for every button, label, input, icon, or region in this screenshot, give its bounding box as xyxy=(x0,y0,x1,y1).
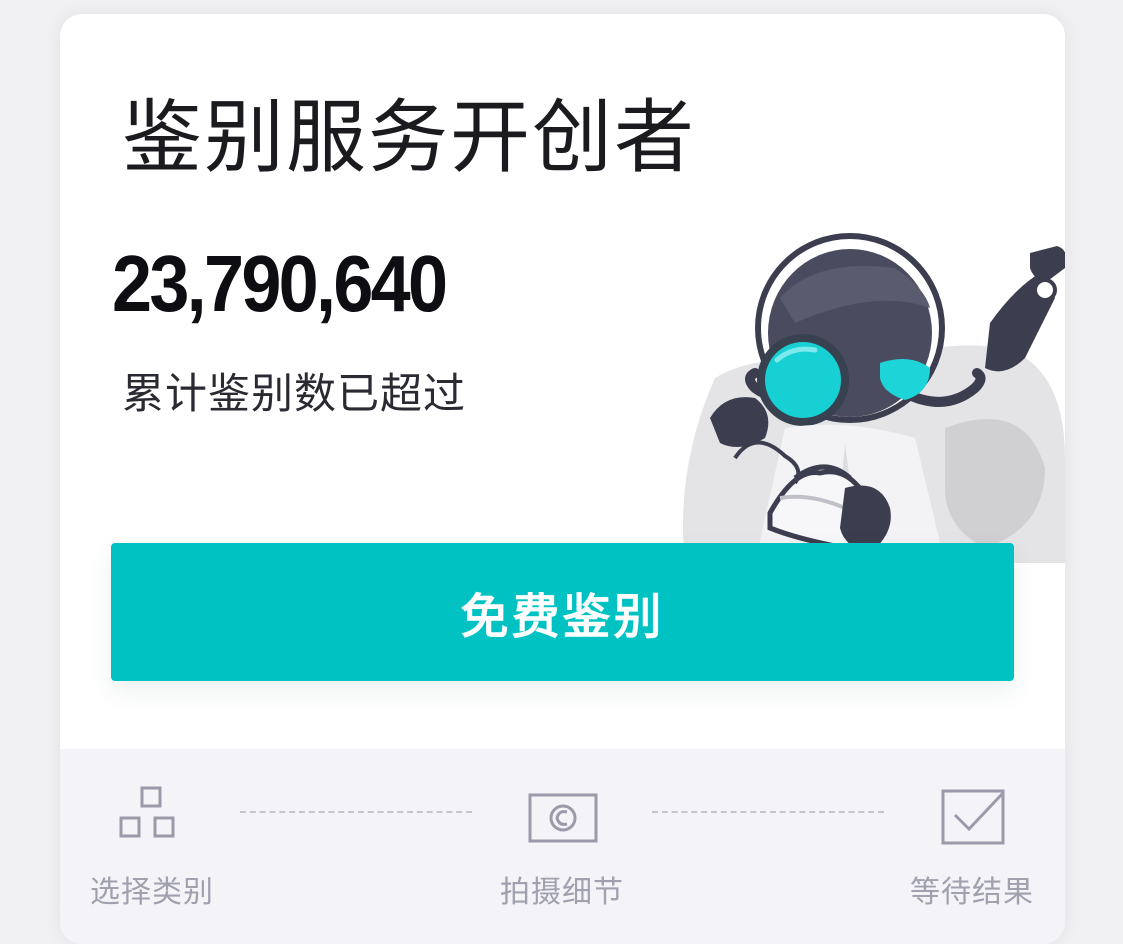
step-label-select-category: 选择类别 xyxy=(90,875,214,910)
step-label-shoot-details: 拍摄细节 xyxy=(500,875,624,910)
appraisal-count: 23,790,640 xyxy=(112,239,448,328)
step-select-category: 选择类别 xyxy=(60,749,252,944)
free-appraisal-label: 免费鉴别 xyxy=(460,589,665,645)
count-caption: 累计鉴别数已超过 xyxy=(122,369,467,418)
free-appraisal-button[interactable]: 免费鉴别 xyxy=(111,543,1014,681)
page-title: 鉴别服务开创者 xyxy=(122,91,696,184)
category-grid-icon xyxy=(119,786,175,838)
appraisal-card: 鉴别服务开创者 23,790,640 累计鉴别数已超过 免费鉴别 选择类别 拍摄… xyxy=(60,14,1065,944)
process-steps: 选择类别 拍摄细节 等待结果 xyxy=(60,749,1065,944)
checkbox-icon xyxy=(941,789,1005,845)
step-shoot-details: 拍摄细节 xyxy=(462,749,662,944)
step-label-await-result: 等待结果 xyxy=(910,875,1034,910)
step-connector xyxy=(652,811,884,813)
step-connector xyxy=(240,811,472,813)
camera-icon xyxy=(528,793,598,843)
step-await-result: 等待结果 xyxy=(872,749,1065,944)
mascot-illustration xyxy=(683,233,1065,563)
